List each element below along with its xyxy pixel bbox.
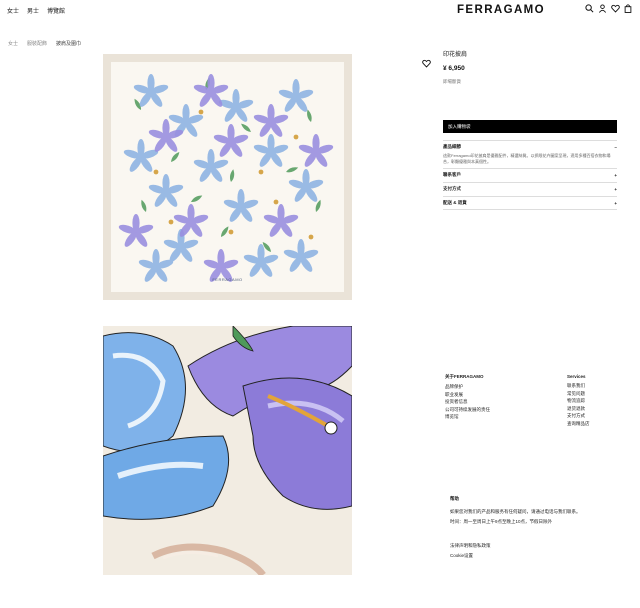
cookie-settings-link[interactable]: Cookie设置 — [450, 553, 491, 563]
footer-legal: 法律声明和隐私政策 Cookie设置 — [450, 543, 491, 563]
bag-icon[interactable] — [624, 4, 632, 13]
footer-about-title: 关于FERRAGAMO — [445, 374, 484, 379]
footer-link[interactable]: 物流追踪 — [567, 397, 590, 405]
footer-services: Services 联系我们 常见问题 物流追踪 退货退款 支付方式 查询精品店 — [567, 374, 590, 428]
product-price: ¥ 6,950 — [443, 65, 465, 72]
expand-icon[interactable]: + — [614, 201, 617, 206]
search-icon[interactable] — [585, 4, 594, 13]
footer-link[interactable]: 查询精品店 — [567, 420, 590, 428]
product-wishlist-icon[interactable] — [422, 55, 431, 73]
legal-privacy-link[interactable]: 法律声明和隐私政策 — [450, 543, 491, 553]
footer-link[interactable]: 常见问题 — [567, 390, 590, 398]
account-icon[interactable] — [598, 4, 607, 13]
footer-link[interactable]: 投资者信息 — [445, 398, 490, 406]
floral-closeup — [103, 326, 352, 575]
footer-link[interactable]: 退货退款 — [567, 405, 590, 413]
footer-link[interactable]: 支付方式 — [567, 412, 590, 420]
section-label: 產品細節 — [443, 144, 461, 149]
add-to-cart-button[interactable]: 加入購物袋 — [443, 120, 617, 133]
section-delivery-returns[interactable]: 配送 & 退貨 + — [443, 196, 617, 210]
product-info: 印花披肩 ¥ 6,950 即場斷貨 — [443, 49, 617, 85]
footer-link[interactable]: 公司可持续发展的责任 — [445, 406, 490, 414]
wishlist-icon[interactable] — [611, 4, 620, 13]
footer-link[interactable]: 博览馆 — [445, 413, 490, 421]
brand-logo[interactable]: FERRAGAMO — [457, 4, 545, 16]
footer-link[interactable]: 联系我们 — [567, 382, 590, 390]
product-name: 印花披肩 — [443, 52, 468, 58]
nav-item-museum[interactable]: 博覽館 — [47, 6, 65, 15]
scarf-print — [111, 62, 344, 292]
breadcrumb-accessories[interactable]: 服裝配飾 — [27, 40, 47, 47]
product-image-detail[interactable] — [103, 326, 352, 575]
stock-status: 即場斷貨 — [443, 79, 461, 84]
breadcrumb: 女士 服裝配飾 披肩及圍巾 — [8, 40, 81, 47]
section-label: 配送 & 退貨 — [443, 200, 467, 205]
section-payment[interactable]: 支付方式 + — [443, 182, 617, 195]
breadcrumb-women[interactable]: 女士 — [8, 40, 18, 47]
floral-pattern — [117, 74, 335, 284]
footer-services-title: Services — [567, 374, 586, 379]
section-row[interactable]: 聯系客戶 + — [443, 169, 617, 181]
section-contact[interactable]: 聯系客戶 + — [443, 168, 617, 181]
section-row[interactable]: 支付方式 + — [443, 183, 617, 195]
product-image-main[interactable]: FERRAGAMO — [103, 54, 352, 300]
breadcrumb-scarves: 披肩及圍巾 — [56, 41, 82, 47]
expand-icon[interactable]: + — [614, 173, 617, 178]
section-row[interactable]: 配送 & 退貨 + — [443, 197, 617, 209]
help-hours: 时间：周一至周日上午9点至晚上10点，节假日除外 — [450, 518, 553, 524]
nav-item-men[interactable]: 男士 — [27, 6, 39, 15]
footer-link[interactable]: 职业发展 — [445, 391, 490, 399]
section-label: 聯系客戶 — [443, 172, 461, 177]
header-icons — [585, 4, 632, 13]
collapse-icon[interactable]: − — [614, 145, 617, 150]
main-nav: 女士 男士 博覽館 — [7, 6, 65, 15]
section-label: 支付方式 — [443, 186, 461, 191]
nav-item-women[interactable]: 女士 — [7, 6, 19, 15]
footer-link[interactable]: 品牌保护 — [445, 383, 490, 391]
footer-help: 帮助 如果您对我们的产品和服务有任何疑问，请通过电话与我们联系。 时间：周一至周… — [450, 496, 610, 527]
section-row[interactable]: 產品細節 − — [443, 141, 617, 153]
help-title: 帮助 — [450, 496, 459, 501]
site-header: 女士 男士 博覽館 FERRAGAMO — [0, 0, 640, 22]
section-product-details[interactable]: 產品細節 − 這款Ferragamo印花披肩是優雅配件，精選絲質。以抓眼花卉圖案… — [443, 140, 617, 168]
help-text: 如果您对我们的产品和服务有任何疑问，请通过电话与我们联系。 — [450, 509, 581, 514]
expand-icon[interactable]: + — [614, 187, 617, 192]
scarf-brand-mark: FERRAGAMO — [212, 277, 243, 282]
product-description: 這款Ferragamo印花披肩是優雅配件，精選絲質。以抓眼花卉圖案呈現，適用多種… — [443, 153, 611, 164]
footer-about: 关于FERRAGAMO 品牌保护 职业发展 投资者信息 公司可持续发展的责任 博… — [445, 374, 490, 421]
